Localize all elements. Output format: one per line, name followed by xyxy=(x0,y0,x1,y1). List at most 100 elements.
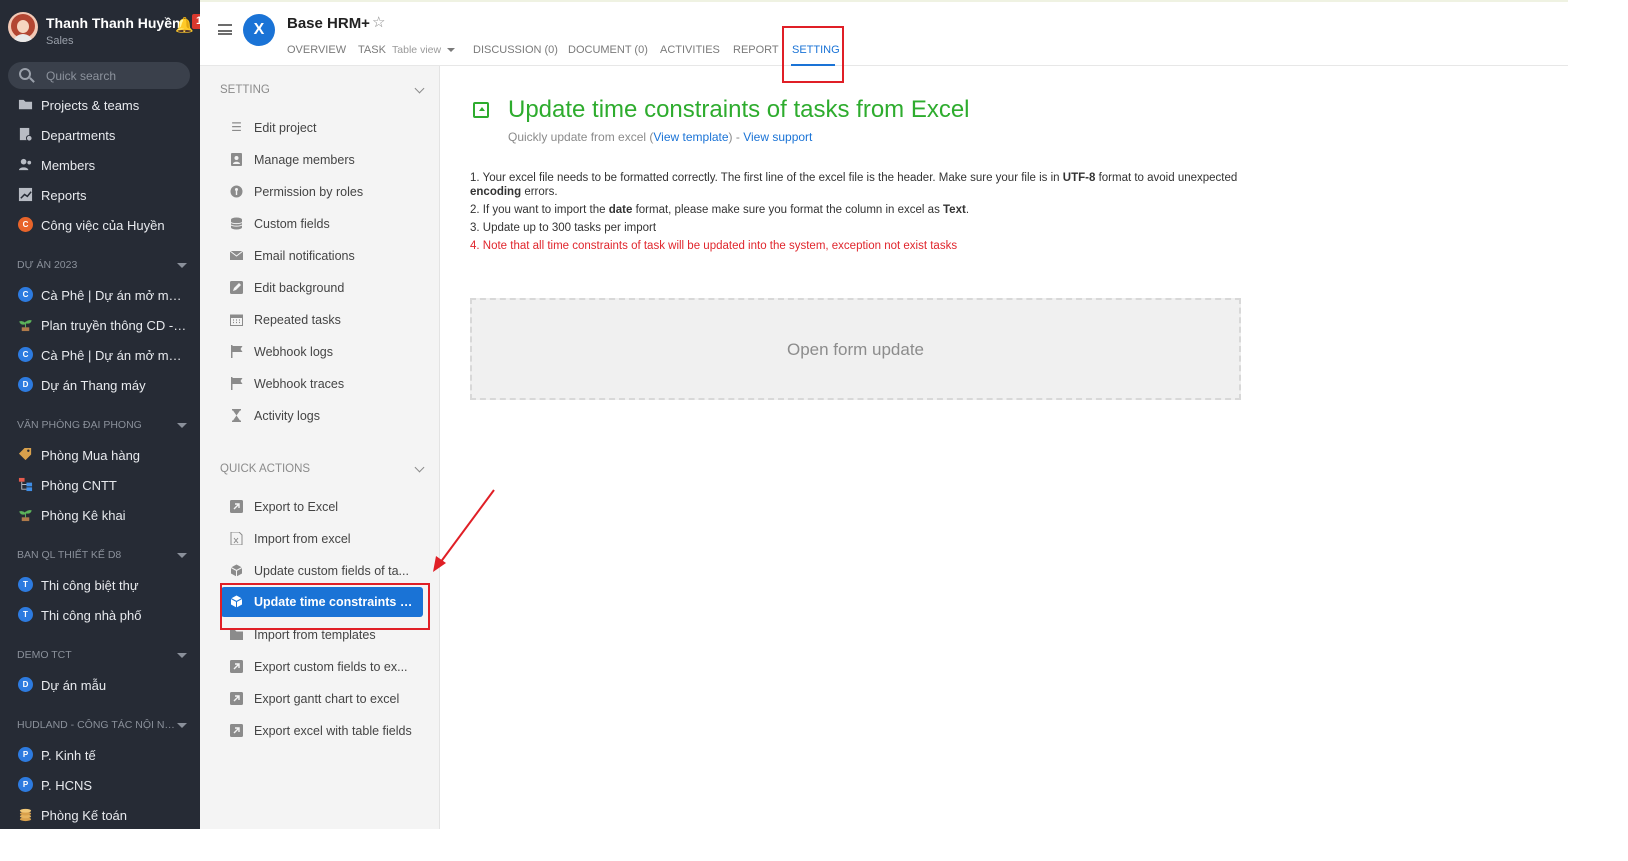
d-circle-icon: D xyxy=(18,377,33,392)
avatar[interactable] xyxy=(8,12,38,42)
quick-search-input[interactable]: Quick search xyxy=(8,62,190,89)
setting-item-edit-project[interactable]: ☰ Edit project xyxy=(221,113,423,143)
sidebar-item-department[interactable]: Phòng CNTT xyxy=(0,470,200,500)
sidebar-item-project[interactable]: T Thi công biệt thự xyxy=(0,570,200,600)
tab-report[interactable]: REPORT xyxy=(733,44,779,56)
flag-icon xyxy=(231,345,243,358)
chevron-down-icon xyxy=(447,48,456,53)
sidebar-section-header[interactable]: DỰ ÁN 2023 xyxy=(17,255,193,275)
setting-item-email-notifications[interactable]: Email notifications xyxy=(221,241,423,271)
sidebar-item-department[interactable]: Phòng Kế toán xyxy=(0,800,200,829)
tab-overview[interactable]: OVERVIEW xyxy=(287,44,346,56)
sidebar-item-project[interactable]: D Dự án mẫu xyxy=(0,670,200,700)
sidebar-item-label: Plan truyền thông CD - M... xyxy=(41,318,189,333)
members-icon xyxy=(18,158,32,171)
caret-down-icon xyxy=(177,723,187,728)
quick-action-export-table-fields[interactable]: Export excel with table fields xyxy=(221,716,423,746)
quick-action-export-gantt[interactable]: Export gantt chart to excel xyxy=(221,684,423,714)
quick-action-export-excel[interactable]: Export to Excel xyxy=(221,492,423,522)
sidebar-item-project[interactable]: T Thi công nhà phố xyxy=(0,600,200,630)
list-icon: ☰ xyxy=(231,120,242,134)
sidebar-item-label: Phòng Mua hàng xyxy=(41,448,141,463)
c-circle-icon: C xyxy=(18,347,33,362)
calendar-icon xyxy=(230,314,243,326)
caret-down-icon xyxy=(177,653,187,658)
sidebar-item-label: Projects & teams xyxy=(41,98,140,113)
sidebar-item-label: Cà Phê | Dự án mở mới c... xyxy=(41,288,189,303)
sidebar-item-reports[interactable]: Reports xyxy=(0,180,200,210)
export-icon xyxy=(230,692,243,705)
sidebar-item-label: Members xyxy=(41,158,96,173)
bell-icon[interactable]: 🔔 xyxy=(175,16,194,34)
export-icon xyxy=(230,724,243,737)
setting-item-manage-members[interactable]: Manage members xyxy=(221,145,423,175)
envelope-icon xyxy=(230,250,243,260)
sidebar-item-members[interactable]: Members xyxy=(0,150,200,180)
quick-search-placeholder: Quick search xyxy=(46,69,117,83)
tab-activities[interactable]: ACTIVITIES xyxy=(660,44,720,56)
setting-section-header[interactable]: SETTING xyxy=(220,83,425,96)
sidebar-item-label: Dự án Thang máy xyxy=(41,378,146,393)
sidebar-item-projects-teams[interactable]: Projects & teams xyxy=(0,90,200,120)
sidebar-item-label: Phòng Kê khai xyxy=(41,508,126,523)
sidebar-item-label: Phòng CNTT xyxy=(41,478,117,493)
sidebar-item-label: Cà Phê | Dự án mở mở V... xyxy=(41,348,189,363)
star-icon[interactable]: ☆ xyxy=(372,13,385,31)
setting-item-permission-roles[interactable]: Permission by roles xyxy=(221,177,423,207)
sidebar-item-department[interactable]: Phòng Mua hàng xyxy=(0,440,200,470)
tab-discussion[interactable]: DISCUSSION (0) xyxy=(473,44,558,56)
export-icon xyxy=(230,660,243,673)
c-circle-icon: C xyxy=(18,217,33,232)
project-title: Base HRM+ xyxy=(287,15,370,32)
setting-item-webhook-logs[interactable]: Webhook logs xyxy=(221,337,423,367)
instruction-2: 2. If you want to import the date format… xyxy=(470,203,970,216)
user-profile[interactable]: Thanh Thanh Huyền Sales 🔔 1 xyxy=(8,10,200,48)
sidebar-item-label: Reports xyxy=(41,188,87,203)
sidebar-item-label: Thi công biệt thự xyxy=(41,578,139,593)
sidebar-item-project[interactable]: C Cà Phê | Dự án mở mở V... xyxy=(0,340,200,370)
open-form-update-button[interactable]: Open form update xyxy=(470,298,1241,400)
quick-action-export-custom-fields[interactable]: Export custom fields to ex... xyxy=(221,652,423,682)
quick-action-update-custom-fields[interactable]: Update custom fields of ta... xyxy=(221,556,423,586)
sidebar-item-label: Phòng Kế toán xyxy=(41,808,128,823)
sidebar-item-my-tasks[interactable]: C Công việc của Huyền xyxy=(0,210,200,240)
view-template-link[interactable]: View template xyxy=(653,130,728,144)
sidebar-item-label: Dự án mẫu xyxy=(41,678,107,693)
hourglass-icon xyxy=(232,409,241,422)
quick-actions-section-header[interactable]: QUICK ACTIONS xyxy=(220,462,425,475)
sidebar-item-label: Departments xyxy=(41,128,116,143)
sidebar-section-header[interactable]: DEMO TCT xyxy=(17,645,193,665)
sidebar-item-department[interactable]: P P. Kinh tế xyxy=(0,740,200,770)
setting-item-webhook-traces[interactable]: Webhook traces xyxy=(221,369,423,399)
page-title: Update time constraints of tasks from Ex… xyxy=(508,96,970,123)
sidebar-item-department[interactable]: P P. HCNS xyxy=(0,770,200,800)
chevron-down-icon xyxy=(414,83,425,94)
sidebar-item-project[interactable]: D Dự án Thang máy xyxy=(0,370,200,400)
sidebar-item-department[interactable]: Phòng Kê khai xyxy=(0,500,200,530)
sidebar-item-project[interactable]: Plan truyền thông CD - M... xyxy=(0,310,200,340)
project-header: X Base HRM+ ☆ OVERVIEW TASK Table view D… xyxy=(200,0,1568,66)
setting-item-activity-logs[interactable]: Activity logs xyxy=(221,401,423,431)
sidebar-item-departments[interactable]: Departments xyxy=(0,120,200,150)
p-circle-icon: P xyxy=(18,777,33,792)
upload-icon xyxy=(473,102,489,118)
permission-icon xyxy=(230,185,243,198)
hamburger-menu-icon[interactable] xyxy=(218,24,232,35)
caret-down-icon xyxy=(177,263,187,268)
sidebar-item-label: Công việc của Huyền xyxy=(41,218,165,233)
project-logo: X xyxy=(243,14,275,46)
sidebar-section-header[interactable]: HUDLAND - CÔNG TÁC NỘI NG... xyxy=(17,715,193,735)
tab-document[interactable]: DOCUMENT (0) xyxy=(568,44,648,56)
quick-action-import-excel[interactable]: Import from excel xyxy=(221,524,423,554)
plant-icon xyxy=(19,320,32,332)
d-circle-icon: D xyxy=(18,677,33,692)
tab-task[interactable]: TASK Table view xyxy=(358,44,456,56)
view-support-link[interactable]: View support xyxy=(743,130,812,144)
sidebar-item-project[interactable]: C Cà Phê | Dự án mở mới c... xyxy=(0,280,200,310)
flag-icon xyxy=(231,377,243,390)
sidebar-section-header[interactable]: VĂN PHÒNG ĐẠI PHONG xyxy=(17,415,193,435)
setting-item-repeated-tasks[interactable]: Repeated tasks xyxy=(221,305,423,335)
setting-item-custom-fields[interactable]: Custom fields xyxy=(221,209,423,239)
setting-item-edit-background[interactable]: Edit background xyxy=(221,273,423,303)
sidebar-section-header[interactable]: BAN QL THIẾT KẾ D8 xyxy=(17,545,193,565)
